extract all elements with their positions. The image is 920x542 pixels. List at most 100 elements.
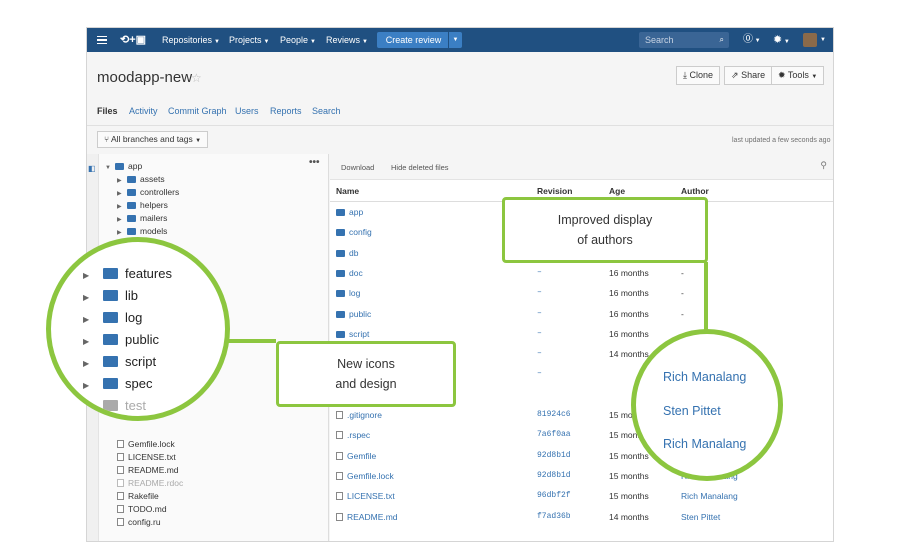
more-icon[interactable]: ••• [309, 157, 320, 168]
tab-search[interactable]: Search [312, 106, 341, 116]
tree-file-todo[interactable]: TODO.md [117, 503, 167, 515]
tree-item-label: controllers [140, 187, 180, 197]
file-name-link[interactable]: app [336, 202, 363, 222]
help-icon[interactable]: ⓪ ▼ [743, 28, 761, 53]
nav-people[interactable]: People ▼ [280, 28, 316, 52]
menu-icon[interactable] [97, 36, 107, 44]
cell-revision[interactable]: – [537, 263, 542, 283]
table-row[interactable]: LICENSE.txt 96dbf2f 15 months Rich Manalang [330, 486, 833, 506]
cell-revision[interactable]: 81924c6 [537, 405, 571, 425]
tab-users[interactable]: Users [235, 106, 259, 116]
clone-button[interactable]: ⤓ Clone [676, 66, 721, 85]
file-name-link[interactable]: LICENSE.txt [336, 486, 395, 506]
cell-revision[interactable]: – [537, 283, 542, 303]
tab-commit-graph[interactable]: Commit Graph [168, 106, 227, 116]
cell-author[interactable]: Rich Manalang [681, 486, 738, 506]
zoom-item-lib: ▶ lib [83, 288, 138, 306]
file-name-link[interactable]: Gemfile.lock [336, 466, 394, 486]
cell-revision[interactable]: 96dbf2f [537, 486, 571, 506]
folder-icon [336, 310, 345, 318]
table-row[interactable]: Gemfile.lock92d8b1d15 monthsRich Manalan… [330, 466, 833, 486]
table-row[interactable]: log – 16 months - [330, 283, 833, 303]
file-name-link[interactable]: doc [336, 263, 363, 283]
share-icon: ⇗ [731, 70, 739, 80]
tree-item-mailers[interactable]: ▶ mailers [117, 212, 167, 224]
tree-item-label: app [128, 161, 143, 171]
create-review-dropdown[interactable]: ▼ [448, 32, 462, 48]
cell-revision[interactable]: – [537, 304, 542, 324]
tree-item-models[interactable]: ▶ models [117, 225, 167, 237]
tree-toggle-icon[interactable]: ◧ [88, 164, 96, 173]
column-name[interactable]: Name [336, 186, 359, 196]
branch-selector[interactable]: ⑂ All branches and tags ▼ [97, 131, 209, 148]
avatar[interactable] [803, 33, 817, 47]
table-row[interactable]: doc – 16 months - [330, 263, 833, 283]
tree-file-license[interactable]: LICENSE.txt [117, 451, 176, 463]
tree-item-label: TODO.md [128, 504, 167, 514]
cell-revision[interactable]: – [537, 344, 542, 364]
cell-revision[interactable]: 92d8b1d [537, 466, 571, 486]
file-name-link[interactable]: config [336, 222, 372, 242]
file-name-link[interactable]: log [336, 283, 360, 303]
tree-item-helpers[interactable]: ▶ helpers [117, 199, 168, 211]
table-row[interactable]: README.md f7ad36b 14 months Sten Pittet [330, 507, 833, 527]
folder-icon [103, 378, 118, 389]
tree-file-readme-md[interactable]: README.md [117, 464, 179, 476]
zoom-item-label: script [125, 354, 157, 369]
tree-item-controllers[interactable]: ▶ controllers [117, 186, 179, 198]
column-author[interactable]: Author [681, 186, 709, 196]
file-name-link[interactable]: Gemfile [336, 446, 376, 466]
search-input[interactable]: Search ⌕ [639, 32, 729, 48]
nav-repositories[interactable]: Repositories ▼ [162, 28, 220, 52]
cell-revision[interactable]: – [537, 324, 542, 344]
chevron-down-icon[interactable]: ▼ [820, 28, 826, 52]
tools-button[interactable]: ✹ Tools ▼ [771, 66, 825, 85]
table-row[interactable]: public – 16 months - [330, 304, 833, 324]
file-name-link[interactable]: README.md [336, 507, 398, 527]
folder-icon [103, 268, 118, 279]
tab-activity[interactable]: Activity [129, 106, 158, 116]
tree-file-readme-rdoc[interactable]: README.rdoc [117, 477, 183, 489]
tree-item-assets[interactable]: ▶ assets [117, 173, 165, 185]
folder-icon [127, 176, 136, 183]
column-revision[interactable]: Revision [537, 186, 572, 196]
cell-author[interactable]: Sten Pittet [681, 507, 720, 527]
cell-revision[interactable]: f7ad36b [537, 507, 571, 527]
hide-deleted-link[interactable]: Hide deleted files [391, 163, 449, 172]
nav-projects[interactable]: Projects ▼ [229, 28, 269, 52]
download-link[interactable]: Download [341, 163, 374, 172]
file-name: script [349, 328, 370, 339]
tree-file-config-ru[interactable]: config.ru [117, 516, 161, 528]
cell-revision[interactable]: 7a6f0aa [537, 425, 571, 445]
star-icon[interactable]: ☆ [191, 71, 202, 85]
cell-revision[interactable]: 92d8b1d [537, 446, 571, 466]
share-button[interactable]: ⇗ Share [724, 66, 773, 85]
page-title: moodapp-new [97, 69, 193, 86]
file-name-link[interactable]: .rspec [336, 425, 370, 445]
file-name: public [349, 308, 372, 319]
tab-files[interactable]: Files [97, 106, 118, 116]
cell-age: 16 months [609, 288, 649, 299]
top-navigation-bar: ⟲+▣ Repositories ▼ Projects ▼ People ▼ Revi… [87, 28, 833, 52]
file-name-link[interactable]: public [336, 304, 371, 324]
chevron-down-icon: ▼ [105, 165, 111, 171]
app-logo[interactable]: ⟲+▣ [120, 33, 146, 47]
gear-icon[interactable]: ✹ ▼ [773, 28, 790, 54]
file-name-link[interactable]: db [336, 243, 358, 263]
zoom-item-spec: ▶ spec [83, 376, 152, 394]
share-label: Share [741, 70, 766, 80]
cell-revision[interactable]: – [537, 364, 542, 384]
tree-item-label: helpers [140, 200, 168, 210]
file-name: config [349, 227, 372, 238]
folder-icon [127, 215, 136, 222]
tab-reports[interactable]: Reports [270, 106, 302, 116]
repository-header: moodapp-new ☆ ⤓ Clone ⇗ Share ✹ Tools ▼ … [87, 52, 833, 126]
nav-reviews[interactable]: Reviews ▼ [326, 28, 368, 52]
tree-item-app[interactable]: ▼ app [105, 160, 142, 172]
tree-file-gemfile-lock[interactable]: Gemfile.lock [117, 438, 175, 450]
file-name-link[interactable]: .gitignore [336, 405, 382, 425]
column-age[interactable]: Age [609, 186, 625, 196]
zoom-item-label: test [125, 398, 146, 413]
link-icon[interactable]: ⚲ [820, 160, 827, 171]
tree-file-rakefile[interactable]: Rakefile [117, 490, 159, 502]
